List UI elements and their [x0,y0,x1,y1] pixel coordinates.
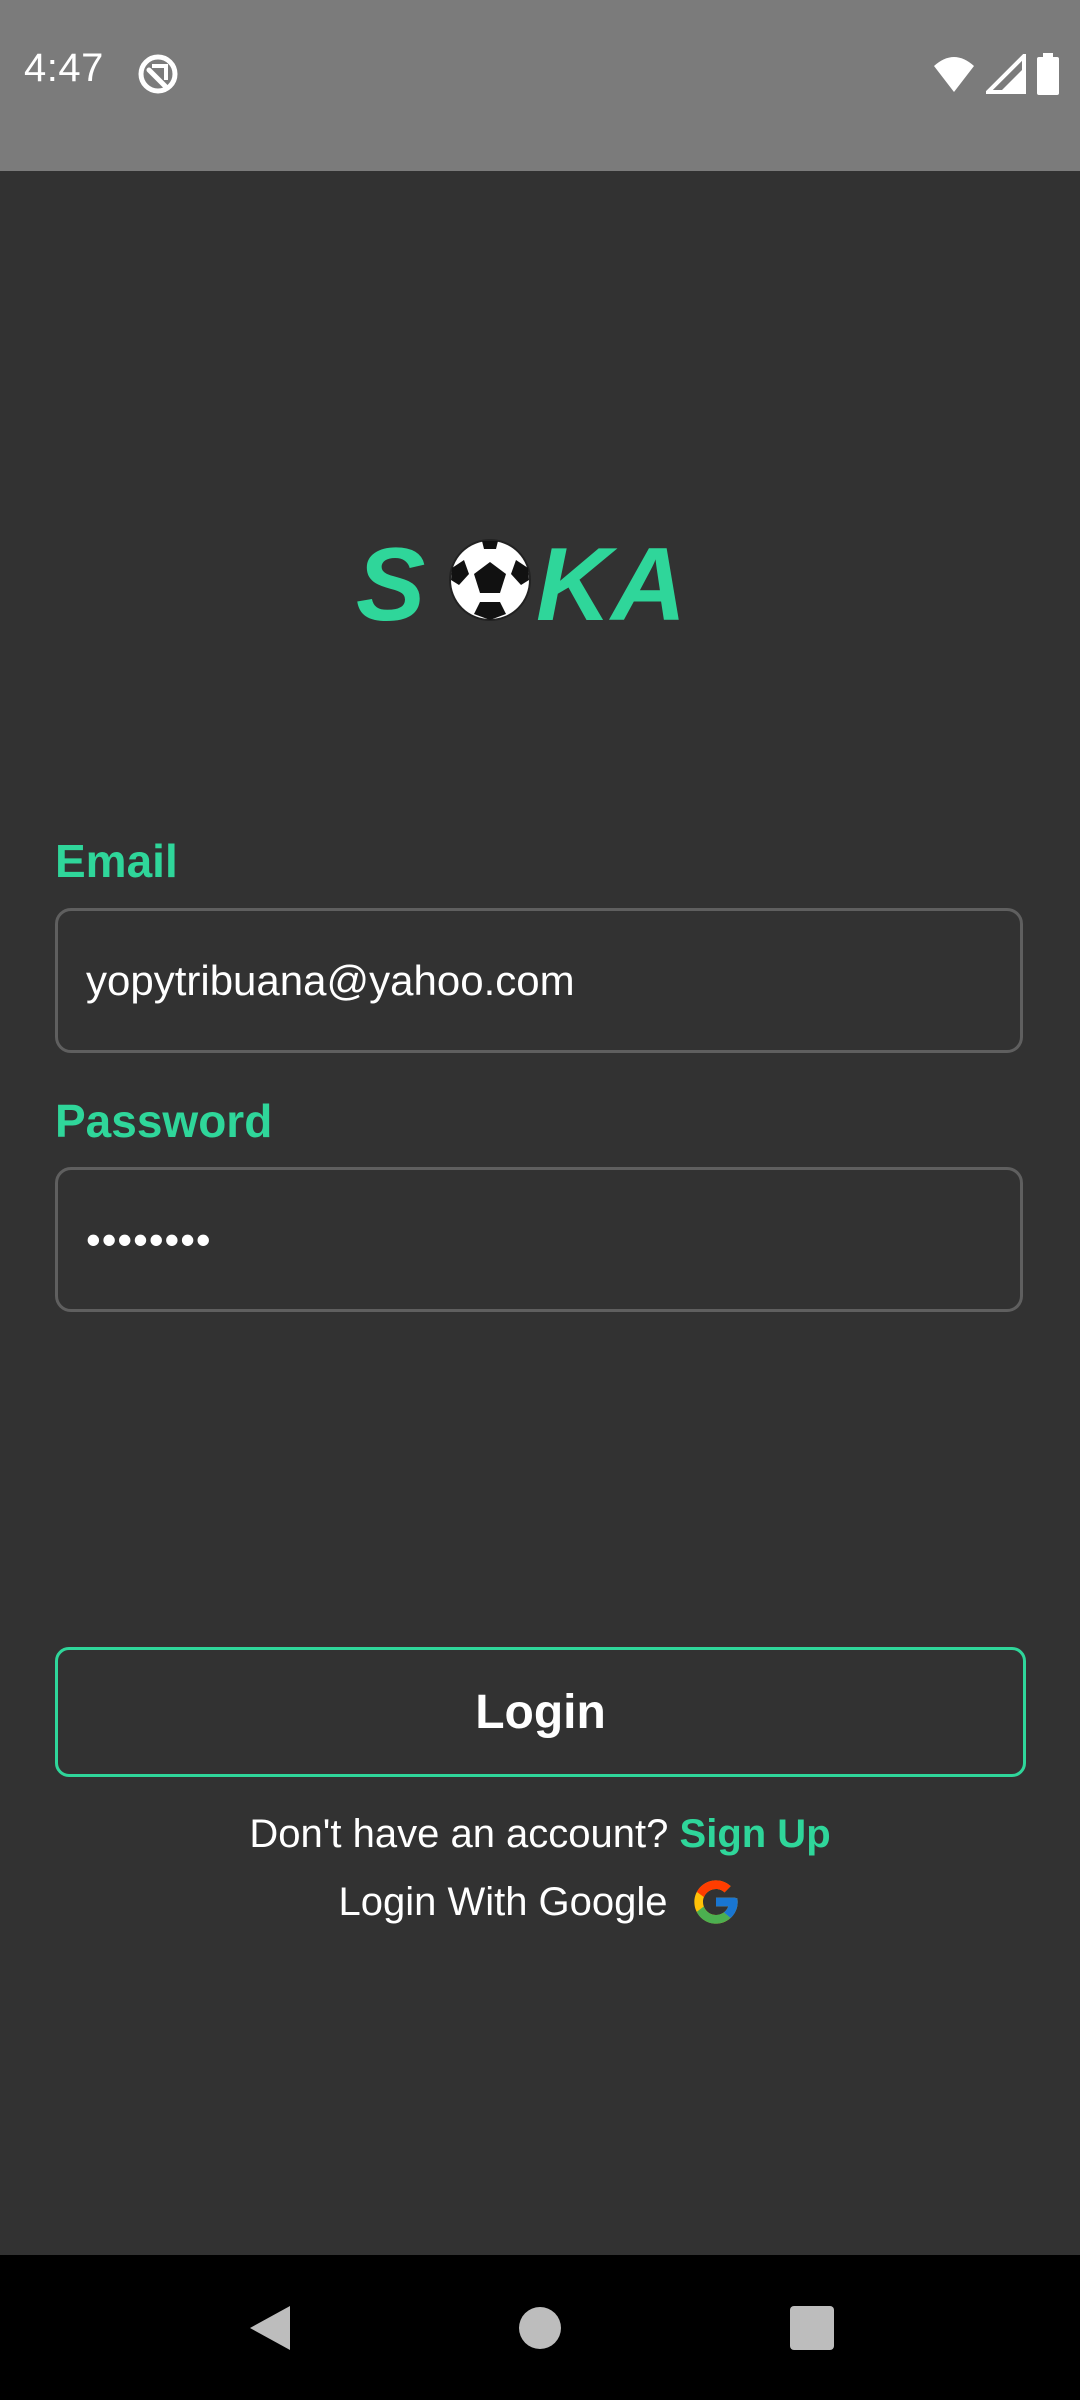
password-label: Password [55,1095,273,1147]
email-value: yopytribuana@yahoo.com [86,956,575,1004]
status-icons [932,52,1060,96]
back-triangle-icon[interactable] [244,2302,296,2354]
password-field[interactable]: •••••••• [55,1167,1023,1312]
signup-prompt: Don't have an account? [249,1812,669,1856]
signup-link[interactable]: Sign Up [680,1812,831,1856]
battery-icon [1037,53,1059,95]
status-time: 4:47 [24,46,104,90]
password-value: •••••••• [86,1215,212,1263]
signup-prompt-line: Don't have an account? Sign Up [0,1812,1080,1857]
wifi-icon [934,57,974,92]
login-button-label: Login [475,1685,606,1739]
email-label: Email [55,835,178,887]
app-logo: S KA [356,530,686,630]
google-login-button[interactable]: Login With Google [0,1876,1080,1928]
logo-letter-s: S [356,530,425,630]
sync-off-icon [138,54,178,94]
soccer-ball-icon [449,539,531,621]
recents-square-icon[interactable] [786,2302,838,2354]
google-g-icon [693,1880,738,1924]
logo-letters-ka: KA [536,530,686,630]
status-bar: 4:47 [0,0,1080,171]
email-field[interactable]: yopytribuana@yahoo.com [55,908,1023,1053]
cell-signal-icon [986,54,1026,94]
login-button[interactable]: Login [55,1647,1026,1777]
home-circle-icon[interactable] [514,2302,566,2354]
google-login-label: Login With Google [338,1879,668,1924]
